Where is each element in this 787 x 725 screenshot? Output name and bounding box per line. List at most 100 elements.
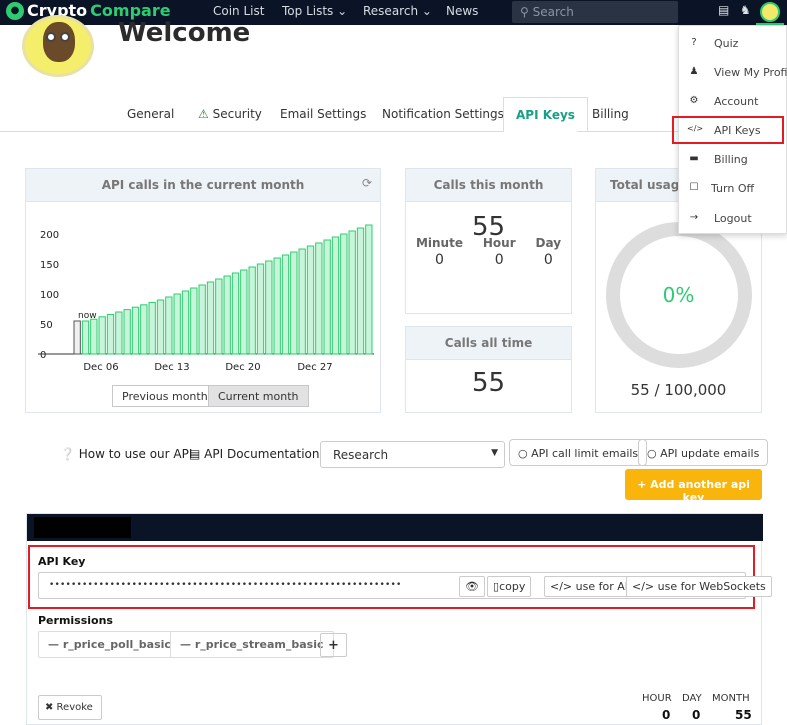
chart-bar — [98, 316, 106, 355]
minute-label: Minute — [415, 236, 463, 250]
tab-security[interactable]: ⚠ Security — [198, 97, 262, 132]
tab-notification-settings[interactable]: Notification Settings — [382, 97, 504, 132]
chart-bar — [165, 296, 173, 355]
chart-bar — [173, 293, 181, 355]
chart-bar — [181, 290, 190, 355]
page-title: Welcome — [118, 18, 251, 48]
chart-bar — [348, 230, 356, 355]
copy-label: copy — [499, 580, 526, 593]
current-month-button[interactable]: Current month — [208, 385, 309, 407]
chart-bar — [90, 318, 98, 355]
chart-bar — [340, 233, 348, 355]
redacted-key-name — [34, 517, 131, 538]
menu-item-logout[interactable]: → Logout — [679, 204, 787, 232]
chart-bar — [198, 284, 206, 355]
credit-card-icon: ▬ — [689, 153, 699, 164]
menu-item-turn-off[interactable]: ☐ Turn Off — [679, 174, 787, 202]
chart-bar — [81, 320, 90, 355]
chart-bar — [115, 311, 123, 355]
show-key-button[interactable]: 👁 — [459, 576, 485, 597]
refresh-icon[interactable]: ⟳ — [362, 176, 372, 190]
revoke-button[interactable]: ✖ Revoke — [38, 695, 102, 720]
day-value: 0 — [543, 252, 553, 268]
limit-emails-label: API call limit emails — [531, 447, 639, 460]
api-key-value: ••••••••••••••••••••••••••••••••••••••••… — [49, 580, 402, 590]
chart-bar — [148, 301, 156, 355]
chevron-down-icon: ▼ — [491, 448, 498, 458]
search-icon: ⚲ — [520, 5, 529, 19]
y-tick-label: 150 — [40, 260, 59, 271]
chart-bar — [190, 287, 198, 355]
menu-label-billing: Billing — [714, 153, 748, 166]
nav-research[interactable]: Research ⌄ — [363, 4, 432, 18]
stat-day: Day 0 — [536, 236, 562, 268]
chart-annotation: now — [78, 311, 97, 321]
eye-icon: 👁 — [465, 580, 479, 593]
calls-all-value: 55 — [471, 368, 506, 398]
add-permission-button[interactable]: + — [320, 633, 347, 657]
y-tick-label: 100 — [40, 290, 59, 301]
add-api-key-button[interactable]: + Add another api key — [625, 469, 762, 504]
stat-minute: Minute 0 — [416, 236, 463, 268]
lightbulb-icon: ☐ — [689, 182, 699, 193]
chart-bar — [73, 320, 81, 355]
usage-month-value: 55 — [735, 708, 752, 722]
usage-hour-label: HOUR — [642, 693, 672, 704]
nav-coin-list[interactable]: Coin List — [213, 4, 264, 18]
use-for-websockets-button[interactable]: </> use for WebSockets — [626, 576, 772, 597]
usage-month-label: MONTH — [712, 693, 750, 704]
menu-item-billing[interactable]: ▬ Billing — [679, 145, 787, 173]
permissions-label: Permissions — [38, 614, 113, 627]
api-documentation-link[interactable]: ▤ API Documentation — [189, 447, 319, 461]
calls-breakdown: Minute 0 Hour 0 Day 0 — [406, 236, 571, 268]
usage-fraction: 55 / 100,000 — [630, 381, 727, 399]
chart-bar — [323, 239, 331, 355]
user-icon: ♟ — [689, 66, 699, 77]
x-tick-label: Dec 27 — [297, 362, 332, 373]
permission-tag[interactable]: — r_price_poll_basic — [38, 631, 181, 658]
chart-bar — [356, 227, 365, 355]
tabs-divider — [0, 131, 787, 132]
chart-bar — [231, 272, 240, 355]
permission-tag[interactable]: — r_price_stream_basic — [170, 631, 334, 658]
minute-value: 0 — [435, 252, 444, 268]
chart-bar — [156, 299, 165, 355]
nav-news[interactable]: News — [446, 4, 478, 18]
profile-avatar — [22, 15, 94, 77]
chart-bar — [223, 275, 231, 355]
chart-bar — [206, 281, 215, 355]
chart-icon[interactable]: ▤ — [718, 3, 729, 17]
tab-email-settings[interactable]: Email Settings — [280, 97, 366, 132]
nav-top-lists[interactable]: Top Lists ⌄ — [282, 4, 347, 18]
chart-bar — [240, 269, 248, 355]
calls-all-time-panel: Calls all time 55 — [405, 326, 572, 413]
menu-label-quiz: Quiz — [714, 37, 739, 50]
chart-bar — [248, 266, 256, 355]
x-tick-label: Dec 13 — [154, 362, 189, 373]
api-call-limit-emails-toggle[interactable]: ○ API call limit emails — [509, 439, 648, 466]
usage-percent: 0% — [662, 283, 695, 307]
how-to-use-api-link[interactable]: ❔ How to use our API — [60, 447, 192, 461]
api-key-field[interactable]: ••••••••••••••••••••••••••••••••••••••••… — [38, 572, 772, 599]
api-update-emails-toggle[interactable]: ○ API update emails — [638, 439, 769, 466]
menu-item-profile[interactable]: ♟ View My Profile — [679, 58, 787, 86]
menu-item-account[interactable]: ⚙ Account — [679, 87, 787, 115]
category-select[interactable]: Research ▼ — [320, 441, 505, 468]
tab-general[interactable]: General — [127, 97, 174, 132]
x-tick-label: Dec 06 — [83, 362, 118, 373]
menu-label-account: Account — [714, 95, 759, 108]
previous-months-button[interactable]: Previous months — [112, 385, 224, 407]
calls-all-title: Calls all time — [406, 327, 571, 360]
menu-item-quiz[interactable]: ? Quiz — [679, 29, 787, 57]
day-label: Day — [535, 236, 562, 250]
chart-bar — [256, 263, 265, 355]
tab-billing[interactable]: Billing — [592, 97, 629, 132]
chart-bar — [131, 306, 140, 355]
tab-api-keys[interactable]: API Keys — [503, 97, 588, 132]
user-avatar[interactable] — [760, 2, 780, 22]
notification-bell-icon[interactable]: ♞ — [740, 3, 751, 17]
chart-bar — [315, 242, 323, 355]
copy-button[interactable]: ▯copy — [487, 576, 532, 597]
search-input[interactable]: ⚲ Search — [512, 1, 678, 23]
chart-bar — [365, 224, 373, 355]
